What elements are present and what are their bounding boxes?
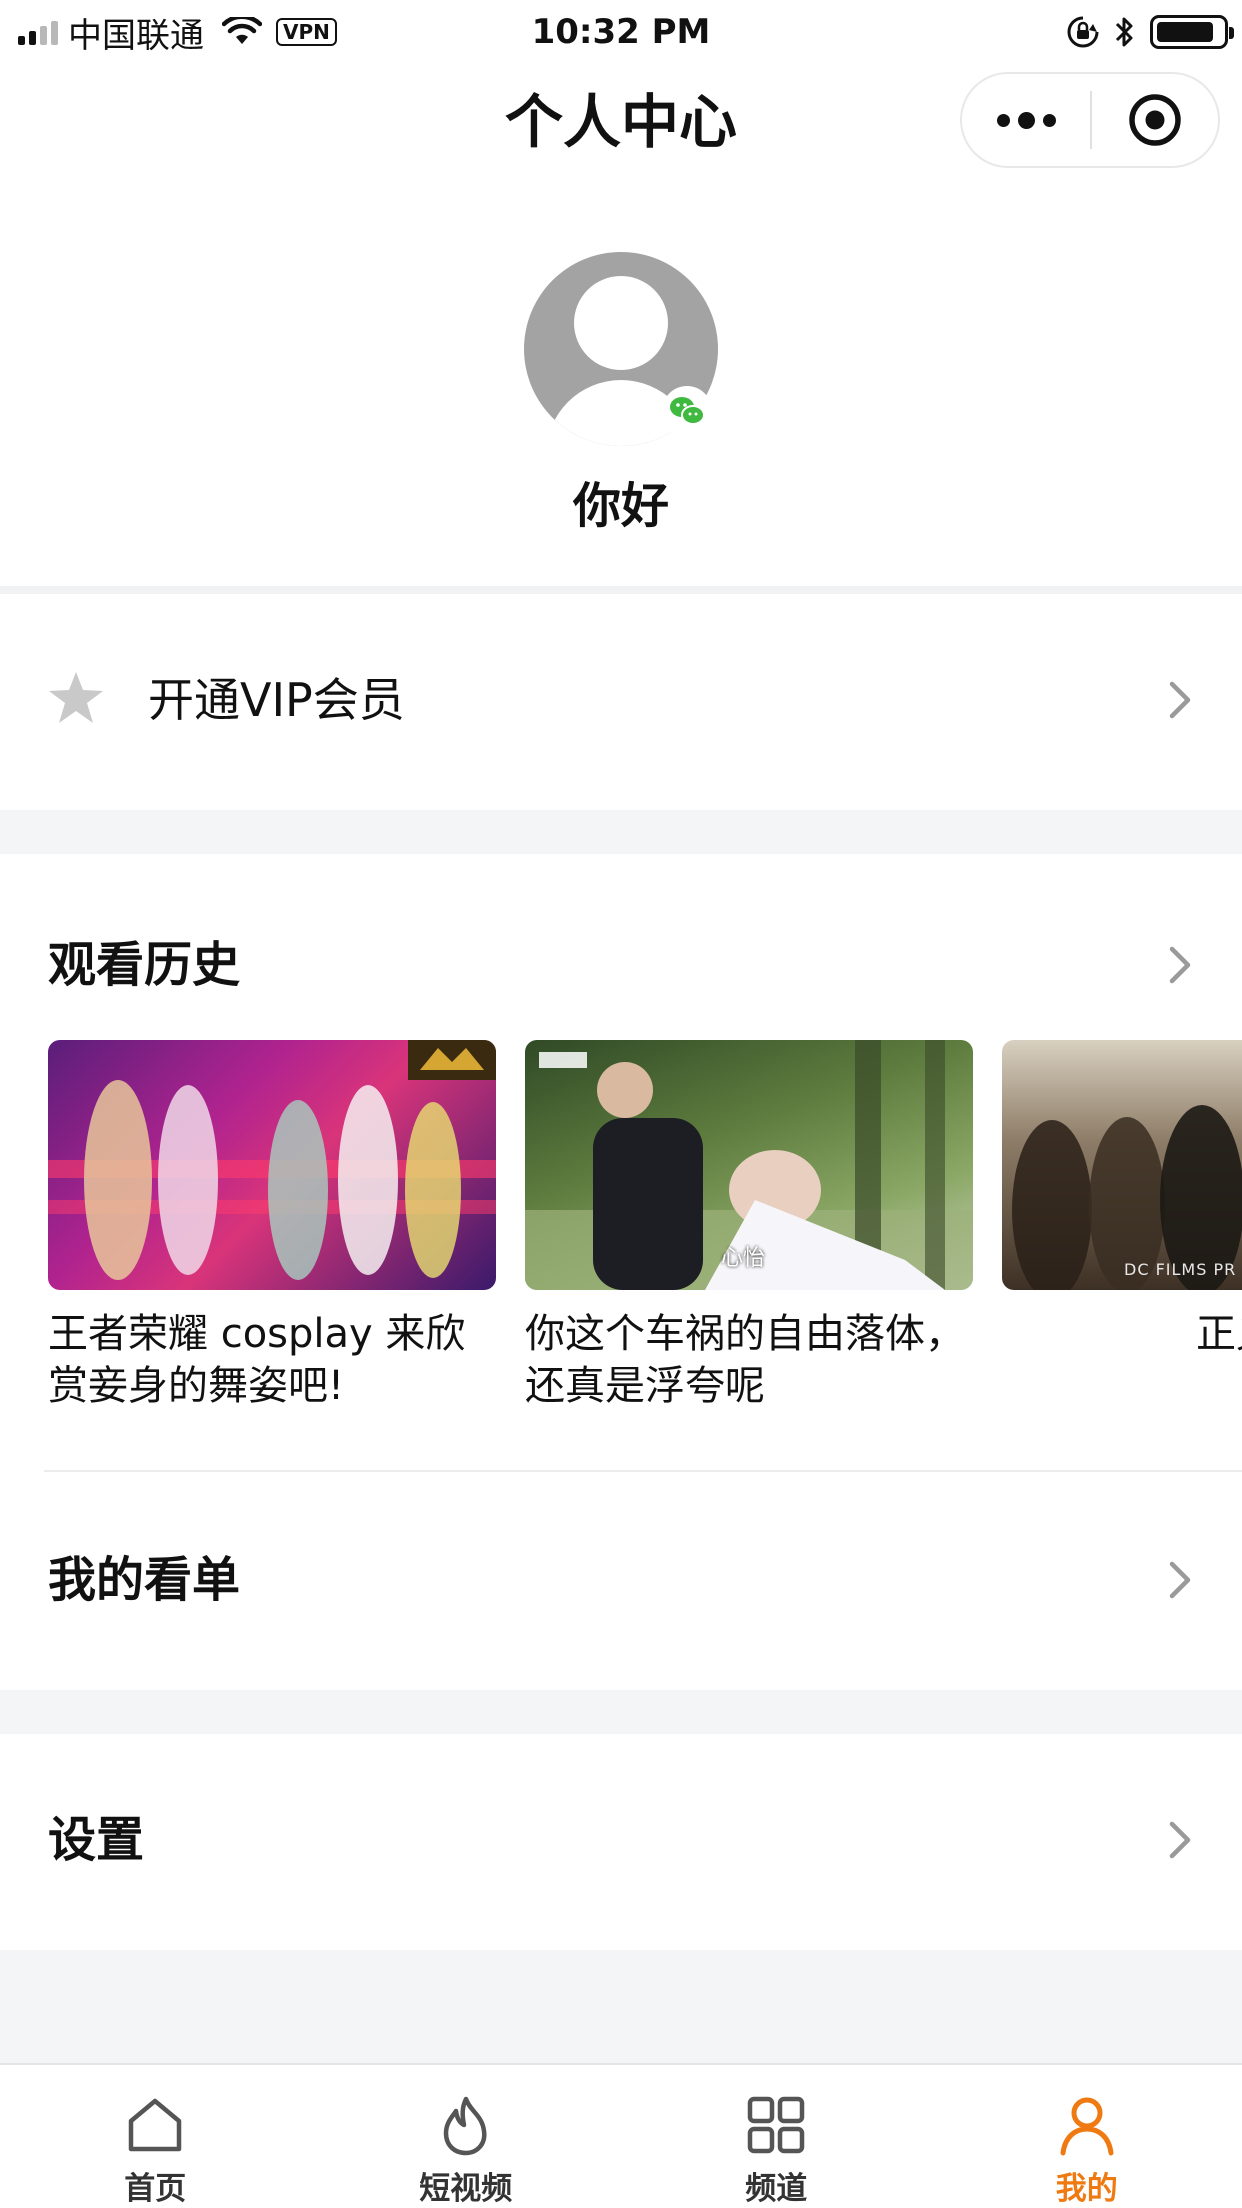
section-gap (0, 810, 1242, 854)
home-icon (129, 2098, 182, 2152)
history-caption: 你这个车祸的自由落体，还真是浮夸呢 (525, 1311, 965, 1409)
chevron-right-icon (1169, 946, 1191, 984)
section-divider (0, 586, 1242, 594)
grid-icon (748, 2096, 805, 2154)
thumbnail-overlay-text: 心怡 (721, 1246, 766, 1271)
history-header[interactable]: 观看历史 (0, 900, 1242, 1030)
miniprogram-capsule (960, 72, 1220, 168)
history-item[interactable]: 王者荣耀 cosplay 来欣赏妾身的舞姿吧! (48, 1040, 496, 1412)
history-caption: 王者荣耀 cosplay 来欣赏妾身的舞姿吧! (48, 1311, 466, 1409)
chevron-right-icon (1169, 681, 1191, 719)
thumbnail-overlay-text: DC FILMS PR (1124, 1260, 1237, 1279)
history-item[interactable]: 心怡 你这个车祸的自由落体，还真是浮夸呢 (525, 1040, 973, 1412)
status-bar: 中国联通 VPN 10:32 PM (0, 0, 1242, 62)
status-time: 10:32 PM (531, 12, 711, 52)
vip-label: 开通VIP会员 (148, 673, 405, 727)
tab-channels[interactable]: 频道 (621, 2065, 932, 2208)
status-bar-right (1066, 10, 1234, 54)
settings-row[interactable]: 设置 (0, 1770, 1242, 1910)
tab-label: 首页 (124, 2171, 187, 2207)
tab-home[interactable]: 首页 (0, 2065, 311, 2208)
history-list[interactable]: 王者荣耀 cosplay 来欣赏妾身的舞姿吧! 心怡 你这个车祸的自由落体，还真… (48, 1040, 1242, 1420)
bluetooth-icon (1115, 17, 1133, 47)
history-title: 观看历史 (48, 937, 241, 993)
more-dots-icon[interactable] (962, 74, 1090, 166)
video-thumbnail[interactable]: 心怡 (525, 1040, 973, 1290)
battery-icon (1150, 15, 1234, 49)
tab-mine[interactable]: 我的 (932, 2065, 1242, 2208)
user-name: 你好 (572, 478, 669, 534)
rotation-lock-icon (1067, 16, 1099, 48)
star-moon-icon (49, 672, 109, 729)
watchlist-title: 我的看单 (48, 1552, 241, 1608)
history-item[interactable]: DC FILMS PR 正义联 (1002, 1040, 1242, 1360)
tab-short-video[interactable]: 短视频 (311, 2065, 622, 2208)
tab-bar: 首页 短视频 频道 我的 (0, 2063, 1242, 2208)
wechat-icon (662, 386, 712, 436)
tab-label: 频道 (745, 2171, 808, 2207)
page-bottom-fill (0, 1950, 1242, 2063)
chevron-right-icon (1169, 1821, 1191, 1859)
watchlist-row[interactable]: 我的看单 (0, 1510, 1242, 1650)
person-icon (1060, 2097, 1114, 2156)
video-thumbnail[interactable]: DC FILMS PR (1002, 1040, 1242, 1290)
flame-icon (443, 2096, 487, 2156)
close-circle-icon[interactable] (1092, 74, 1218, 166)
history-caption: 正义联 (1196, 1311, 1242, 1357)
settings-title: 设置 (48, 1812, 145, 1868)
tab-label: 短视频 (419, 2171, 513, 2207)
vip-row[interactable]: 开通VIP会员 (0, 630, 1242, 770)
row-divider (44, 1470, 1242, 1472)
video-thumbnail[interactable] (48, 1040, 496, 1290)
tab-label: 我的 (1055, 2171, 1118, 2207)
section-gap (0, 1690, 1242, 1734)
chevron-right-icon (1169, 1561, 1191, 1599)
